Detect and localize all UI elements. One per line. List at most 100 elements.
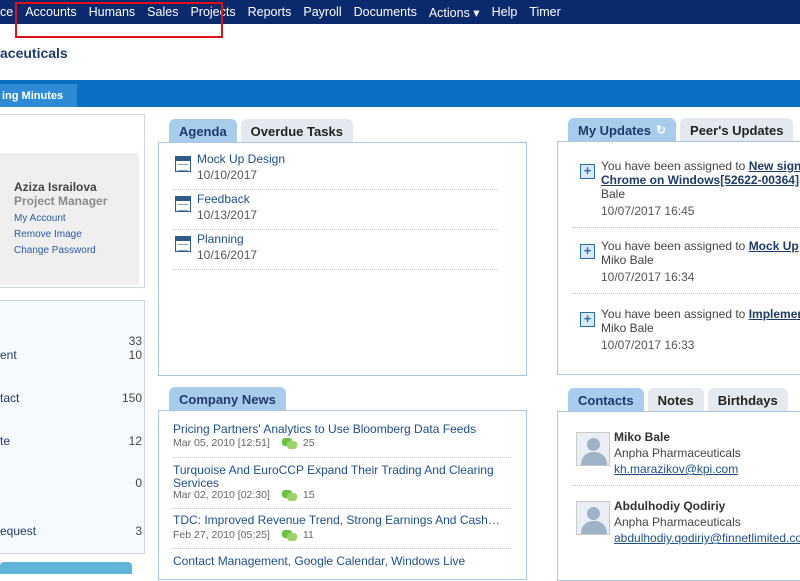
top-nav: ce Accounts Humans Sales Projects Report… xyxy=(0,0,800,24)
update-prefix: You have been assigned to xyxy=(601,239,749,253)
tab-contacts[interactable]: Contacts xyxy=(568,388,644,412)
remove-image-link[interactable]: Remove Image xyxy=(14,229,82,240)
news-date: Mar 05, 2010 [12:51] xyxy=(173,437,270,449)
tab-peers-updates[interactable]: Peer's Updates xyxy=(680,118,794,142)
stat-value: 12 xyxy=(128,434,142,448)
nav-item-humans[interactable]: Humans xyxy=(83,5,142,19)
tab-overdue-tasks[interactable]: Overdue Tasks xyxy=(240,119,353,143)
news-meta: Mar 05, 2010 [12:51] 25 xyxy=(173,437,315,449)
news-item-title[interactable]: TDC: Improved Revenue Trend, Strong Earn… xyxy=(173,514,503,527)
agenda-tabs: Agenda Overdue Tasks xyxy=(169,119,353,143)
change-password-link[interactable]: Change Password xyxy=(14,245,96,256)
news-date: Mar 02, 2010 [02:30] xyxy=(173,489,270,501)
contact-name[interactable]: Miko Bale xyxy=(614,430,670,444)
nav-item-actions[interactable]: Actions ▾ xyxy=(423,5,486,20)
divider xyxy=(173,457,511,458)
divider xyxy=(572,485,800,486)
update-assigner: Miko Bale xyxy=(601,321,654,335)
expand-plus-icon[interactable]: + xyxy=(580,244,595,259)
nav-item-documents[interactable]: Documents xyxy=(348,5,423,19)
update-date: 10/07/2017 16:33 xyxy=(601,338,695,352)
update-text: You have been assigned to New sign Chrom… xyxy=(601,159,800,201)
tab-birthdays[interactable]: Birthdays xyxy=(707,388,788,412)
contact-company: Anpha Pharmaceuticals xyxy=(614,446,741,460)
tab-my-updates-label: My Updates xyxy=(578,122,651,138)
update-prefix: You have been assigned to xyxy=(601,307,749,321)
contact-email[interactable]: abdulhodiy.qodiriy@finnetlimited.com xyxy=(614,531,800,545)
calendar-icon xyxy=(175,156,191,172)
company-title: aceuticals xyxy=(0,45,68,61)
comments-icon xyxy=(281,529,298,541)
news-tabs: Company News xyxy=(169,387,286,411)
news-item-title[interactable]: Pricing Partners' Analytics to Use Bloom… xyxy=(173,423,503,436)
comments-icon xyxy=(281,489,298,501)
calendar-icon xyxy=(175,236,191,252)
nav-item-office[interactable]: ce xyxy=(0,5,19,19)
update-task-link-cont[interactable]: Chrome on Windows[52622-00364] xyxy=(601,173,799,187)
expand-plus-icon[interactable]: + xyxy=(580,164,595,179)
stat-label[interactable]: ent xyxy=(0,348,17,362)
left-bottom-tab[interactable] xyxy=(0,562,132,574)
nav-item-projects[interactable]: Projects xyxy=(184,5,241,19)
news-meta: Mar 02, 2010 [02:30] 15 xyxy=(173,489,315,501)
tab-my-updates[interactable]: My Updates ↻ xyxy=(568,118,677,142)
stat-value: 0 xyxy=(135,476,142,490)
update-date: 10/07/2017 16:45 xyxy=(601,204,695,218)
agenda-item-title[interactable]: Feedback xyxy=(197,192,250,206)
divider xyxy=(173,508,511,509)
nav-item-timer[interactable]: Timer xyxy=(523,5,566,19)
news-item-title[interactable]: Turquoise And EuroCCP Expand Their Tradi… xyxy=(173,464,503,490)
agenda-panel: Mock Up Design 10/10/2017 Feedback 10/13… xyxy=(158,142,527,376)
agenda-item-date: 10/13/2017 xyxy=(197,208,258,222)
tab-agenda[interactable]: Agenda xyxy=(169,119,237,143)
contacts-panel: Miko Bale Anpha Pharmaceuticals kh.maraz… xyxy=(557,411,800,581)
news-panel: Pricing Partners' Analytics to Use Bloom… xyxy=(158,410,527,580)
nav-item-reports[interactable]: Reports xyxy=(242,5,298,19)
nav-item-sales[interactable]: Sales xyxy=(141,5,184,19)
updates-panel: + You have been assigned to New sign Chr… xyxy=(557,141,800,375)
tab-notes[interactable]: Notes xyxy=(647,388,704,412)
contact-company: Anpha Pharmaceuticals xyxy=(614,515,741,529)
contact-avatar xyxy=(576,501,610,535)
divider xyxy=(572,293,800,294)
contact-name[interactable]: Abdulhodiy Qodiriy xyxy=(614,499,725,513)
update-assigner: Bale xyxy=(601,187,626,201)
tab-company-news[interactable]: Company News xyxy=(169,387,286,411)
stat-value: 10 xyxy=(128,348,142,362)
divider xyxy=(173,548,511,549)
agenda-item-title[interactable]: Planning xyxy=(197,232,244,246)
update-task-link[interactable]: Mock Up xyxy=(749,239,799,253)
stat-label[interactable]: equest xyxy=(0,524,36,538)
agenda-item-title[interactable]: Mock Up Design xyxy=(197,152,285,166)
contact-avatar xyxy=(576,432,610,466)
divider xyxy=(173,189,497,190)
stat-label[interactable]: tact xyxy=(0,391,19,405)
contact-email[interactable]: kh.marazikov@kpi.com xyxy=(614,462,738,476)
stat-value: 3 xyxy=(135,524,142,538)
contacts-tabs: Contacts Notes Birthdays xyxy=(568,388,788,412)
nav-item-help[interactable]: Help xyxy=(486,5,524,19)
update-text: You have been assigned to Mock Up Miko B… xyxy=(601,239,800,267)
update-text: You have been assigned to Implemen Miko … xyxy=(601,307,800,335)
comments-icon xyxy=(281,437,298,449)
my-account-link[interactable]: My Account xyxy=(14,213,66,224)
update-task-link[interactable]: New sign xyxy=(749,159,800,173)
nav-item-accounts[interactable]: Accounts xyxy=(19,5,82,19)
divider xyxy=(173,229,497,230)
update-assigner: Miko Bale xyxy=(601,253,654,267)
news-item-title[interactable]: Contact Management, Google Calendar, Win… xyxy=(173,555,503,568)
news-comment-count: 11 xyxy=(302,529,314,541)
update-prefix: You have been assigned to xyxy=(601,159,749,173)
agenda-item-date: 10/10/2017 xyxy=(197,168,258,182)
nav-item-payroll[interactable]: Payroll xyxy=(297,5,347,19)
sub-tab-meeting-minutes[interactable]: ing Minutes xyxy=(0,84,78,107)
stat-label[interactable]: te xyxy=(0,434,10,448)
refresh-icon[interactable]: ↻ xyxy=(656,123,666,137)
calendar-icon xyxy=(175,196,191,212)
profile-role: Project Manager xyxy=(14,194,108,208)
update-task-link[interactable]: Implemen xyxy=(749,307,800,321)
profile-name: Aziza Israilova xyxy=(14,180,97,194)
expand-plus-icon[interactable]: + xyxy=(580,312,595,327)
stat-value: 150 xyxy=(121,391,142,405)
sub-nav-bar: ing Minutes xyxy=(0,80,800,107)
